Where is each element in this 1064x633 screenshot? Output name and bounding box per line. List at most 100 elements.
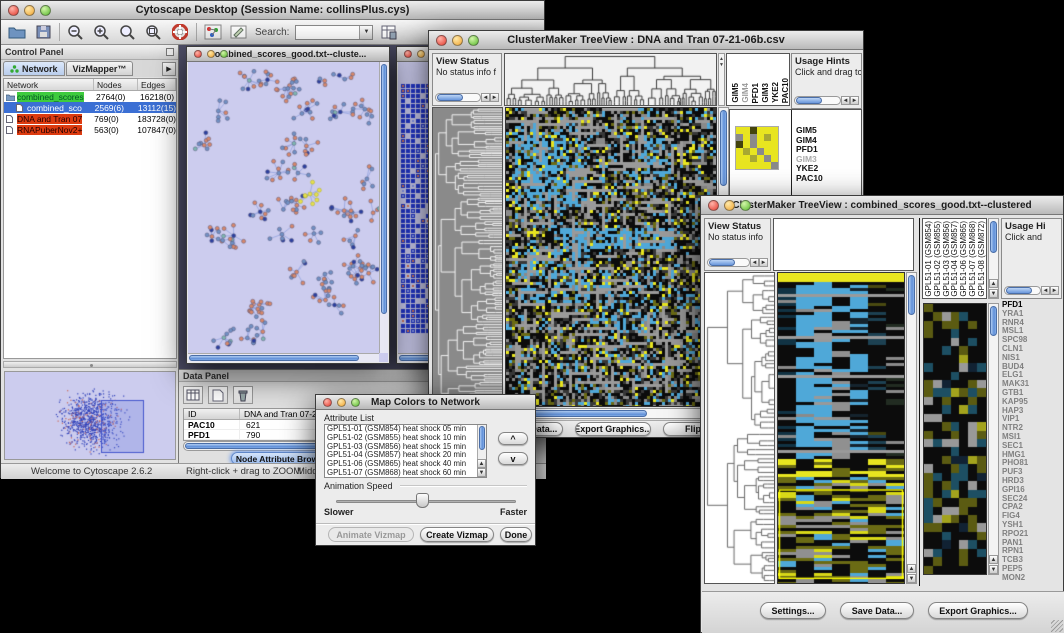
scroll-left-icon[interactable]: ◄ — [750, 258, 759, 267]
tv1-scroll-strip[interactable]: ▲▼ — [718, 53, 725, 106]
column-label[interactable]: PAC10 — [781, 78, 790, 103]
scroll-down-icon[interactable]: ▼ — [989, 289, 998, 298]
move-down-button[interactable]: v — [498, 452, 528, 465]
network-row[interactable]: RNAPuberNov2+563(0)107847(0) — [4, 124, 176, 135]
gene-label[interactable]: MON2 — [1002, 574, 1062, 583]
column-label[interactable]: PFD1 — [751, 83, 761, 103]
minimize-button[interactable] — [724, 200, 735, 211]
scroll-right-icon[interactable]: ► — [1050, 286, 1059, 295]
zoom-button[interactable] — [468, 35, 479, 46]
tv2-vscrollbar[interactable]: ▲ ▼ — [906, 272, 917, 584]
tv1-titlebar[interactable]: ClusterMaker TreeView : DNA and Tran 07-… — [429, 31, 863, 50]
scroll-down-icon[interactable]: ▼ — [907, 574, 916, 583]
main-titlebar[interactable]: Cytoscape Desktop (Session Name: collins… — [1, 1, 544, 20]
col-edges[interactable]: Edges — [138, 79, 176, 90]
scroll-left-icon[interactable]: ◄ — [481, 93, 490, 102]
scroll-up-icon[interactable]: ▲ — [477, 459, 486, 468]
panel-splitter[interactable] — [3, 361, 177, 368]
scroll-thumb[interactable] — [796, 97, 822, 104]
zoom-in-icon[interactable] — [92, 23, 112, 41]
annotation-icon[interactable] — [229, 23, 249, 41]
tv2-row-dendrogram-canvas[interactable] — [705, 273, 774, 583]
network-row[interactable]: combined_sco2569(6)13112(15) — [4, 102, 176, 113]
col-network[interactable]: Network — [4, 79, 94, 90]
attribute-table-icon[interactable] — [183, 386, 203, 404]
col-id[interactable]: ID — [184, 409, 240, 419]
scroll-thumb[interactable] — [990, 221, 997, 253]
zoom-button[interactable] — [740, 200, 751, 211]
tv2-collabel-vscrollbar[interactable]: ▲ ▼ — [988, 218, 999, 299]
scroll-right-icon[interactable]: ► — [850, 96, 859, 105]
scroll-thumb[interactable] — [709, 259, 735, 266]
net1-titlebar[interactable]: combined_scores_good.txt--cluste... — [187, 47, 389, 62]
network-row[interactable]: DNA and Tran 07769(0)183728(0) — [4, 113, 176, 124]
scroll-up-icon[interactable]: ▲ — [907, 564, 916, 573]
tv1-column-dendrogram-canvas[interactable] — [505, 54, 716, 105]
layout-icon[interactable] — [203, 23, 223, 41]
map-dialog-titlebar[interactable]: Map Colors to Network — [316, 395, 535, 410]
tv1-export-graphics-button[interactable]: Export Graphics... — [575, 422, 651, 436]
open-file-icon[interactable] — [7, 23, 27, 41]
speed-slider-thumb[interactable] — [416, 493, 429, 508]
help-icon[interactable] — [170, 23, 190, 41]
zoom-button[interactable] — [351, 398, 360, 407]
zoom-out-icon[interactable] — [66, 23, 86, 41]
tv2-save-data-button[interactable]: Save Data... — [840, 602, 914, 619]
scroll-right-icon[interactable]: ► — [759, 258, 768, 267]
tv2-zoom-vscrollbar[interactable]: ▲ ▼ — [988, 303, 999, 575]
column-label[interactable]: GPL51-08 (GSM872) — [978, 221, 987, 297]
scroll-thumb[interactable] — [479, 426, 485, 450]
tv2-column-dendrogram-area[interactable] — [773, 218, 914, 271]
close-button[interactable] — [404, 50, 412, 58]
minimize-button[interactable] — [207, 50, 215, 58]
close-button[interactable] — [8, 5, 19, 16]
float-panel-icon[interactable] — [166, 48, 174, 56]
attribute-list-vscrollbar[interactable]: ▲ ▼ — [477, 425, 486, 477]
scroll-left-icon[interactable]: ◄ — [1041, 286, 1050, 295]
tv2-titlebar[interactable]: ClusterMaker TreeView : combined_scores_… — [701, 196, 1063, 215]
delete-attribute-icon[interactable] — [233, 386, 253, 404]
tv1-status-hscrollbar[interactable]: ◄ ► — [435, 92, 499, 103]
birdseye-view[interactable] — [4, 371, 176, 460]
tv1-row-dendrogram[interactable] — [432, 107, 503, 407]
zoom-selected-icon[interactable] — [144, 23, 164, 41]
tv1-column-dendrogram[interactable] — [504, 53, 717, 106]
search-input[interactable]: ▼ — [295, 25, 373, 40]
tv1-heatmap-canvas[interactable] — [506, 108, 716, 406]
tv2-zoom-heatmap[interactable] — [923, 303, 987, 575]
scroll-thumb[interactable] — [720, 110, 727, 186]
tv2-usage-hscrollbar[interactable]: ◄ ► — [1004, 285, 1059, 296]
done-button[interactable]: Done — [500, 527, 532, 542]
zoom-fit-icon[interactable] — [118, 23, 138, 41]
tv1-usage-hscrollbar[interactable]: ◄ ► — [794, 95, 859, 106]
tv2-export-graphics-button[interactable]: Export Graphics... — [928, 602, 1028, 619]
tv2-heatmap[interactable] — [777, 272, 905, 584]
search-field[interactable] — [296, 26, 359, 39]
table-icon[interactable] — [379, 23, 399, 41]
create-vizmap-button[interactable]: Create Vizmap — [420, 527, 494, 542]
minimize-button[interactable] — [417, 50, 425, 58]
scroll-thumb[interactable] — [908, 275, 915, 315]
move-up-button[interactable]: ^ — [498, 432, 528, 445]
scroll-thumb[interactable] — [437, 94, 463, 101]
tv1-mini-heatmap[interactable] — [735, 126, 779, 170]
net1-hscrollbar[interactable] — [188, 353, 379, 362]
net1-vscrollbar[interactable] — [379, 62, 388, 353]
scroll-thumb[interactable] — [189, 355, 359, 361]
scroll-down-icon[interactable]: ▼ — [477, 468, 486, 477]
close-button[interactable] — [708, 200, 719, 211]
scroll-up-icon[interactable]: ▲ — [989, 279, 998, 288]
col-nodes[interactable]: Nodes — [94, 79, 138, 90]
tab-overflow-button[interactable]: ▶ — [162, 62, 176, 76]
gene-label[interactable]: PAC10 — [796, 174, 860, 184]
network1-canvas[interactable] — [188, 62, 388, 354]
close-button[interactable] — [194, 50, 202, 58]
column-label[interactable]: GIM5 — [731, 83, 741, 103]
tv2-settings-button[interactable]: Settings... — [760, 602, 826, 619]
resize-grip[interactable] — [1051, 620, 1063, 632]
tv2-heatmap-canvas[interactable] — [778, 273, 904, 583]
tab-vizmapper[interactable]: VizMapper™ — [66, 61, 134, 76]
close-button[interactable] — [323, 398, 332, 407]
network-table-header[interactable]: Network Nodes Edges — [4, 79, 176, 91]
birdseye-canvas[interactable] — [5, 372, 175, 459]
